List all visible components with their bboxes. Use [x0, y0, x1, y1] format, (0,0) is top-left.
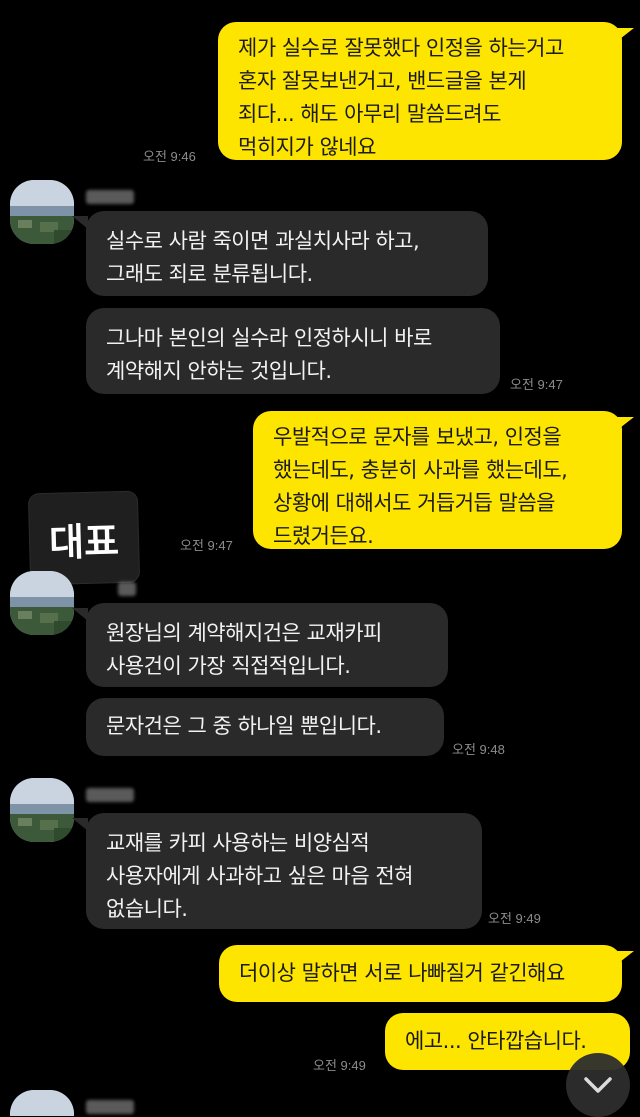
message-timestamp: 오전 9:48 [452, 742, 505, 757]
avatar[interactable] [10, 180, 74, 244]
message-bubble-sent[interactable]: 더이상 말하면 서로 나빠질거 같긴해요 [219, 945, 622, 1002]
avatar[interactable] [10, 571, 74, 635]
bubble-tail [616, 951, 634, 965]
message-bubble-sent[interactable]: 우발적으로 문자를 보냈고, 인정을 했는데도, 충분히 사과를 했는데도, 상… [253, 411, 622, 549]
sticker-label: 대표 [48, 518, 120, 565]
message-bubble-received[interactable]: 실수로 사람 죽이면 과실치사라 하고, 그래도 죄로 분류됩니다. [86, 211, 488, 296]
chevron-down-icon [584, 1077, 612, 1093]
message-bubble-received[interactable]: 그나마 본인의 실수라 인정하시니 바로 계약해지 안하는 것입니다. [86, 308, 500, 394]
message-bubble-received[interactable]: 문자건은 그 중 하나일 뿐입니다. [86, 698, 444, 756]
avatar[interactable] [10, 778, 74, 842]
message-bubble-sent[interactable]: 제가 실수로 잘못했다 인정을 하는거고 혼자 잘못보낸거고, 밴드글을 본게 … [218, 22, 622, 160]
avatar-landscape-image [10, 180, 74, 244]
bubble-tail [616, 28, 634, 42]
message-timestamp: 오전 9:49 [488, 911, 541, 926]
message-bubble-received[interactable]: 교재를 카피 사용하는 비양심적 사용자에게 사과하고 싶은 마음 전혀 없습니… [86, 813, 482, 929]
message-timestamp: 오전 9:49 [313, 1058, 366, 1073]
sender-name-redacted [86, 190, 134, 204]
message-timestamp: 오전 9:47 [510, 377, 563, 392]
avatar-landscape-image [10, 1090, 74, 1116]
sender-name-redacted [86, 788, 134, 802]
message-timestamp: 오전 9:46 [143, 149, 196, 164]
avatar-landscape-image [10, 778, 74, 842]
avatar[interactable] [10, 1090, 74, 1116]
bubble-tail [616, 417, 634, 431]
sender-name-redacted [86, 1100, 134, 1114]
scroll-to-bottom-button[interactable] [566, 1053, 630, 1117]
message-bubble-received[interactable]: 원장님의 계약해지건은 교재카피 사용건이 가장 직접적입니다. [86, 603, 448, 687]
bubble-tail [72, 216, 88, 229]
message-timestamp: 오전 9:47 [180, 538, 233, 553]
sender-name-redacted [118, 582, 136, 596]
bubble-tail [72, 818, 88, 831]
avatar-landscape-image [10, 571, 74, 635]
bubble-tail [72, 608, 88, 621]
